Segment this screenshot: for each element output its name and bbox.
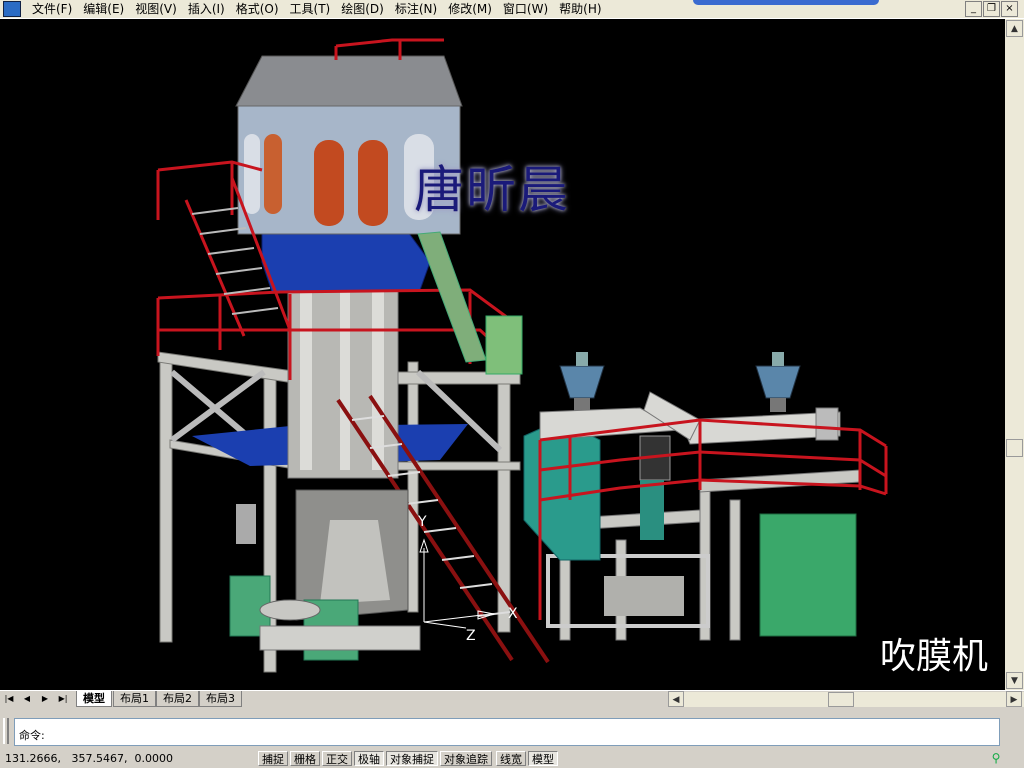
scroll-left-button[interactable]: ◀ bbox=[668, 691, 684, 707]
otrack-toggle[interactable]: 对象追踪 bbox=[440, 751, 492, 766]
drawing-canvas[interactable]: Y X Z 唐昕晨 吹膜机 bbox=[0, 19, 1005, 690]
layout-tab-bar: |◀ ◀ ▶ ▶| 模型 布局1 布局2 布局3 ◀ ▶ bbox=[0, 690, 1024, 708]
electrical-cabinet bbox=[759, 513, 857, 637]
menu-bar: 文件(F) 编辑(E) 视图(V) 插入(I) 格式(O) 工具(T) 绘图(D… bbox=[0, 0, 1024, 19]
app-icon[interactable] bbox=[3, 1, 21, 17]
scroll-down-button[interactable]: ▼ bbox=[1006, 672, 1023, 689]
scroll-right-button[interactable]: ▶ bbox=[1006, 691, 1022, 707]
tab-layout3[interactable]: 布局3 bbox=[199, 691, 242, 707]
menu-insert[interactable]: 插入(I) bbox=[183, 1, 231, 17]
vertical-scrollbar[interactable]: ▲ ▼ bbox=[1005, 19, 1024, 690]
blue-housing bbox=[261, 231, 431, 293]
author-watermark: 唐昕晨 bbox=[414, 161, 570, 219]
close-button[interactable]: × bbox=[1001, 1, 1018, 17]
horizontal-scrollbar[interactable]: ◀ ▶ bbox=[668, 691, 1024, 707]
tab-model[interactable]: 模型 bbox=[76, 691, 112, 707]
menu-draw[interactable]: 绘图(D) bbox=[336, 1, 390, 17]
tab-layout2[interactable]: 布局2 bbox=[156, 691, 199, 707]
vertical-scroll-thumb[interactable] bbox=[1006, 439, 1023, 457]
menu-file[interactable]: 文件(F) bbox=[27, 1, 78, 17]
mixer-base bbox=[604, 576, 684, 616]
restore-button[interactable]: ❐ bbox=[983, 1, 1000, 17]
snap-toggle[interactable]: 捕捉 bbox=[258, 751, 288, 766]
ucs-x-label: X bbox=[508, 606, 518, 622]
osnap-toggle[interactable]: 对象捕捉 bbox=[386, 751, 438, 766]
menu-window[interactable]: 窗口(W) bbox=[498, 1, 554, 17]
lineweight-toggle[interactable]: 线宽 bbox=[496, 751, 526, 766]
menu-format[interactable]: 格式(O) bbox=[231, 1, 285, 17]
green-ladder bbox=[417, 231, 487, 363]
winder-unit bbox=[229, 489, 421, 661]
horizontal-scroll-thumb[interactable] bbox=[828, 692, 854, 707]
control-cabinet-small bbox=[485, 315, 523, 375]
coordinate-readout: 131.2666, 357.5467, 0.0000 bbox=[5, 752, 173, 765]
title-bar-fragment bbox=[693, 0, 879, 5]
command-window: 命令: bbox=[0, 710, 1024, 748]
first-tab-button[interactable]: |◀ bbox=[2, 692, 16, 706]
ortho-toggle[interactable]: 正交 bbox=[322, 751, 352, 766]
menu-dimension[interactable]: 标注(N) bbox=[390, 1, 443, 17]
hopper-left bbox=[559, 352, 605, 412]
model-space-toggle[interactable]: 模型 bbox=[528, 751, 558, 766]
menu-help[interactable]: 帮助(H) bbox=[554, 1, 607, 17]
film-blowing-machine-model: Y X Z bbox=[156, 38, 888, 673]
tab-layout1[interactable]: 布局1 bbox=[113, 691, 156, 707]
ucs-y-label: Y bbox=[417, 514, 427, 530]
menu-modify[interactable]: 修改(M) bbox=[443, 1, 498, 17]
prev-tab-button[interactable]: ◀ bbox=[20, 692, 34, 706]
ucs-z-label: Z bbox=[466, 628, 476, 644]
command-window-grip[interactable] bbox=[3, 718, 9, 744]
grid-toggle[interactable]: 栅格 bbox=[290, 751, 320, 766]
machine-title: 吹膜机 bbox=[880, 636, 989, 677]
menu-view[interactable]: 视图(V) bbox=[130, 1, 183, 17]
comm-center-icon[interactable]: ⚲ bbox=[987, 751, 1005, 766]
menu-edit[interactable]: 编辑(E) bbox=[78, 1, 130, 17]
command-prompt: 命令: bbox=[19, 729, 45, 742]
polar-toggle[interactable]: 极轴 bbox=[354, 751, 384, 766]
last-tab-button[interactable]: ▶| bbox=[56, 692, 70, 706]
scroll-up-button[interactable]: ▲ bbox=[1006, 20, 1023, 37]
central-column bbox=[287, 287, 399, 479]
status-bar: 131.2666, 357.5467, 0.0000 捕捉 栅格 正交 极轴 对… bbox=[0, 750, 1024, 768]
teal-housing bbox=[523, 419, 601, 561]
hopper-right bbox=[755, 352, 801, 412]
command-input[interactable]: 命令: bbox=[14, 718, 1000, 746]
menu-tools[interactable]: 工具(T) bbox=[285, 1, 337, 17]
minimize-button[interactable]: _ bbox=[965, 1, 982, 17]
next-tab-button[interactable]: ▶ bbox=[38, 692, 52, 706]
